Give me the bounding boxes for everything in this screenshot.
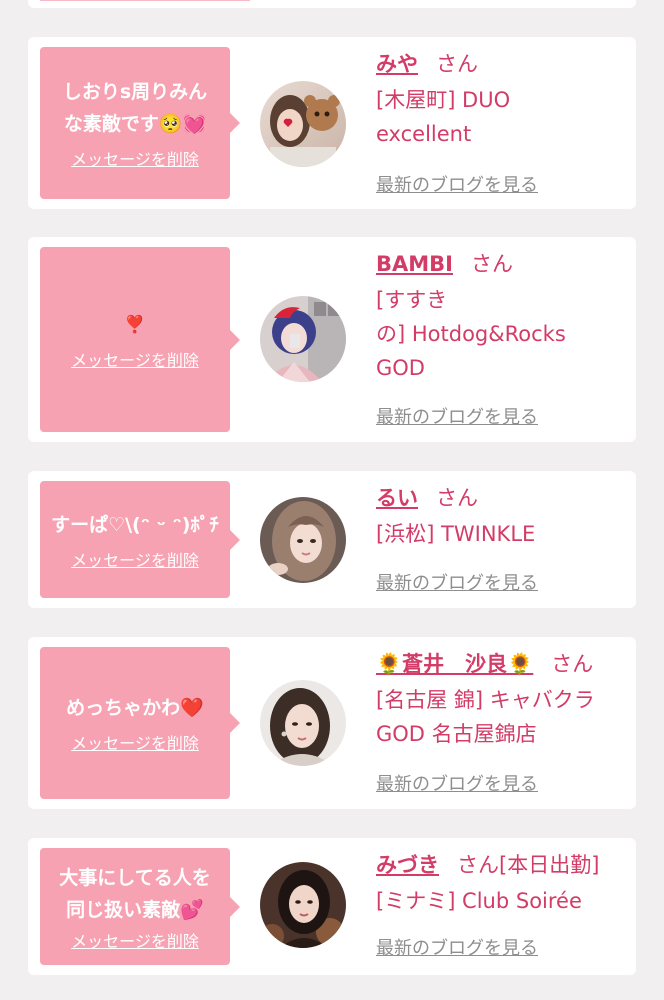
avatar-photo xyxy=(260,81,346,167)
latest-blog-link[interactable]: 最新のブログを見る xyxy=(376,770,538,796)
avatar[interactable] xyxy=(260,862,346,948)
sender-info: みや さん [木屋町] DUO excellent xyxy=(376,47,620,151)
message-line: すーぱ♡\(ᵔ ᵕ ᵔ)ﾎﾟﾁ xyxy=(51,513,219,536)
message-text: ❣️ xyxy=(124,309,145,341)
message-line: ❣️ xyxy=(124,314,146,335)
shop-name: [名古屋 錦] キャバクラ GOD 名古屋錦店 xyxy=(376,683,620,751)
message-card: しおりs周りみん な素敵です🥺💓 メッセージを削除 みや さん [木屋町] DU… xyxy=(28,37,636,209)
avatar[interactable] xyxy=(260,296,346,382)
message-bubble: すーぱ♡\(ᵔ ᵕ ᵔ)ﾎﾟﾁ メッセージを削除 xyxy=(40,481,240,598)
honorific: さん[本日出勤] xyxy=(457,853,600,877)
sender-name-link[interactable]: みづき xyxy=(376,853,439,877)
message-line: な素敵です🥺💓 xyxy=(63,113,207,135)
delete-message-link[interactable]: メッセージを削除 xyxy=(71,347,199,371)
sender-info: るい さん [浜松] TWINKLE xyxy=(376,481,620,551)
avatar[interactable] xyxy=(260,81,346,167)
honorific: さん xyxy=(436,52,478,76)
sender-name-link[interactable]: るい xyxy=(376,486,418,510)
shop-line: GOD xyxy=(376,356,425,380)
sender-name-link[interactable]: 🌻蒼井 沙良🌻 xyxy=(376,652,533,676)
sender-name-line: るい さん xyxy=(376,481,620,515)
message-card: ❣️ メッセージを削除 BAMBI さん [すすき の] Hotdog&Rocks… xyxy=(28,237,636,442)
sender-info: BAMBI さん [すすき の] Hotdog&Rocks GOD xyxy=(376,247,620,385)
delete-message-link[interactable]: メッセージを削除 xyxy=(71,547,199,571)
sender-info: 🌻蒼井 沙良🌻 さん [名古屋 錦] キャバクラ GOD 名古屋錦店 xyxy=(376,647,620,751)
honorific: さん xyxy=(470,252,513,276)
latest-blog-link[interactable]: 最新のブログを見る xyxy=(376,171,538,197)
shop-line: [木屋町] DUO xyxy=(376,88,511,112)
avatar-photo xyxy=(260,497,346,583)
shop-name: [ミナミ] Club Soirée xyxy=(376,884,620,918)
latest-blog-link[interactable]: 最新のブログを見る xyxy=(376,403,538,429)
shop-name: [浜松] TWINKLE xyxy=(376,517,620,551)
message-line: めっちゃかわ❤️ xyxy=(66,697,204,719)
previous-card-edge xyxy=(28,0,636,8)
message-card: すーぱ♡\(ᵔ ᵕ ᵔ)ﾎﾟﾁ メッセージを削除 るい さん [浜松] TWINK… xyxy=(28,471,636,608)
shop-line: [ミナミ] Club Soirée xyxy=(376,889,582,913)
shop-name: [木屋町] DUO excellent xyxy=(376,83,620,151)
delete-message-link[interactable]: メッセージを削除 xyxy=(71,928,199,952)
divider xyxy=(40,0,250,1)
delete-message-link[interactable]: メッセージを削除 xyxy=(71,146,199,170)
message-bubble: しおりs周りみん な素敵です🥺💓 メッセージを削除 xyxy=(40,47,240,199)
message-text: めっちゃかわ❤️ xyxy=(66,692,204,724)
message-text: 大事にしてる人を 同じ扱い素敵💕 xyxy=(59,862,210,926)
latest-blog-link[interactable]: 最新のブログを見る xyxy=(376,934,538,960)
sender-info: みづき さん[本日出勤] [ミナミ] Club Soirée xyxy=(376,848,620,918)
message-bubble: めっちゃかわ❤️ メッセージを削除 xyxy=(40,647,240,799)
avatar[interactable] xyxy=(260,680,346,766)
honorific: さん xyxy=(436,486,478,510)
sender-name-link[interactable]: BAMBI xyxy=(376,252,453,276)
message-card: めっちゃかわ❤️ メッセージを削除 🌻蒼井 沙良🌻 さん [名古屋 錦] キャバク… xyxy=(28,637,636,809)
sender-name-line: みや さん xyxy=(376,47,620,81)
avatar-photo xyxy=(260,296,346,382)
message-text: しおりs周りみん な素敵です🥺💓 xyxy=(63,76,207,140)
sender-name-line: みづき さん[本日出勤] xyxy=(376,848,620,882)
honorific: さん xyxy=(551,652,594,676)
shop-line: GOD 名古屋錦店 xyxy=(376,722,537,746)
shop-name: [すすき の] Hotdog&Rocks GOD xyxy=(376,283,620,385)
avatar-photo xyxy=(260,680,346,766)
shop-line: [すすき xyxy=(376,288,448,312)
latest-blog-link[interactable]: 最新のブログを見る xyxy=(376,569,538,595)
shop-line: excellent xyxy=(376,122,472,146)
message-line: 同じ扱い素敵💕 xyxy=(66,898,204,921)
message-line: 大事にしてる人を xyxy=(59,866,211,889)
shop-line: の] Hotdog&Rocks xyxy=(376,322,566,346)
message-card: 大事にしてる人を 同じ扱い素敵💕 メッセージを削除 みづき さん[本日出勤] [ミ… xyxy=(28,838,636,975)
message-bubble: 大事にしてる人を 同じ扱い素敵💕 メッセージを削除 xyxy=(40,848,240,965)
message-line: しおりs周りみん xyxy=(62,81,208,103)
shop-line: [名古屋 錦] キャバクラ xyxy=(376,688,595,712)
sender-name-line: BAMBI さん xyxy=(376,247,620,281)
avatar-photo xyxy=(260,862,346,948)
message-bubble: ❣️ メッセージを削除 xyxy=(40,247,240,432)
message-text: すーぱ♡\(ᵔ ᵕ ᵔ)ﾎﾟﾁ xyxy=(51,509,219,541)
delete-message-link[interactable]: メッセージを削除 xyxy=(71,730,199,754)
sender-name-link[interactable]: みや xyxy=(376,52,418,76)
sender-name-line: 🌻蒼井 沙良🌻 さん xyxy=(376,647,620,681)
avatar[interactable] xyxy=(260,497,346,583)
shop-line: [浜松] TWINKLE xyxy=(376,522,536,546)
